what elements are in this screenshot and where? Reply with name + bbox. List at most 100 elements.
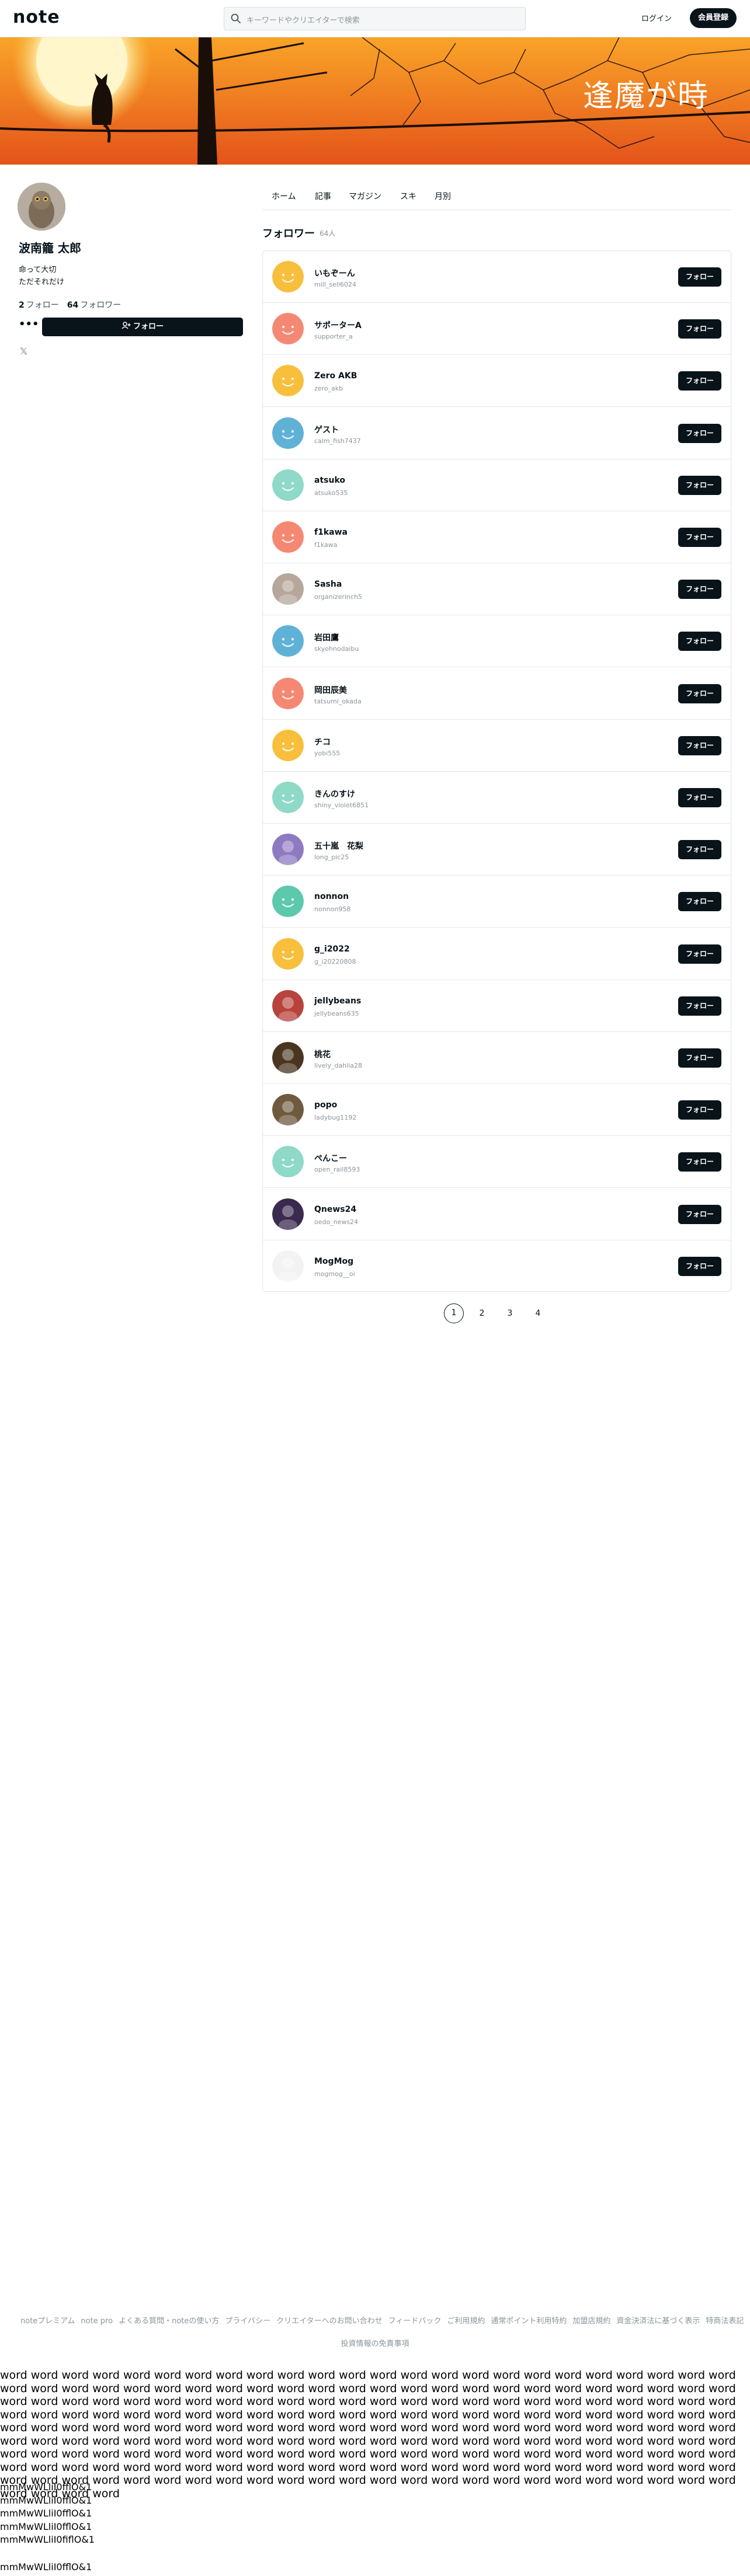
follower-name[interactable]: g_i2022 bbox=[314, 944, 350, 954]
follower-row[interactable]: jellybeans jellybeans635 フォロー bbox=[263, 980, 731, 1032]
footer-link[interactable]: フィードバック bbox=[388, 2317, 442, 2326]
follower-row[interactable]: ゲスト calm_fish7437 フォロー bbox=[263, 407, 731, 459]
profile-avatar[interactable] bbox=[18, 183, 65, 231]
follow-button[interactable]: フォロー bbox=[678, 528, 721, 547]
follower-avatar[interactable] bbox=[272, 365, 304, 396]
follower-row[interactable]: Zero AKB zero_akb フォロー bbox=[263, 355, 731, 407]
follow-button[interactable]: フォロー bbox=[678, 319, 721, 339]
follower-row[interactable]: ぺんこー open_rail8593 フォロー bbox=[263, 1136, 731, 1188]
follower-avatar[interactable] bbox=[272, 1042, 304, 1073]
follower-row[interactable]: 岩田鷹 skyohnodaibu フォロー bbox=[263, 615, 731, 667]
footer-link[interactable]: よくある質問・noteの使い方 bbox=[119, 2317, 219, 2326]
follower-name[interactable]: Qnews24 bbox=[314, 1205, 356, 1214]
follower-row[interactable]: チコ yobi555 フォロー bbox=[263, 720, 731, 772]
follower-row[interactable]: g_i2022 g_i20220808 フォロー bbox=[263, 928, 731, 980]
follower-name[interactable]: ゲスト bbox=[314, 424, 339, 435]
footer-disclaimer-link[interactable]: 投資情報の免責事項 bbox=[0, 2337, 750, 2348]
search-input[interactable]: キーワードやクリエイターで検索 bbox=[224, 7, 526, 30]
follower-name[interactable]: 岡田辰美 bbox=[314, 684, 347, 696]
tab-articles[interactable]: 記事 bbox=[315, 190, 331, 202]
follower-name[interactable]: MogMog bbox=[314, 1257, 353, 1266]
follow-button[interactable]: フォロー bbox=[678, 1100, 721, 1120]
follower-name[interactable]: popo bbox=[314, 1100, 337, 1110]
follow-button[interactable]: フォロー bbox=[678, 476, 721, 495]
page-4[interactable]: 4 bbox=[528, 1303, 548, 1323]
follower-name[interactable]: nonnon bbox=[314, 892, 349, 901]
signup-button[interactable]: 会員登録 bbox=[690, 8, 737, 28]
follower-avatar[interactable] bbox=[272, 886, 304, 917]
follower-name[interactable]: 五十嵐 花梨 bbox=[314, 840, 363, 852]
follower-row[interactable]: いもぞーん mill_sell6024 フォロー bbox=[263, 251, 731, 303]
footer-link[interactable]: noteプレミアム bbox=[20, 2317, 75, 2326]
follower-avatar[interactable] bbox=[272, 938, 304, 970]
follower-row[interactable]: f1kawa f1kawa フォロー bbox=[263, 511, 731, 563]
follower-row[interactable]: Qnews24 oedo_news24 フォロー bbox=[263, 1188, 731, 1240]
follower-avatar[interactable] bbox=[272, 625, 304, 657]
tab-likes[interactable]: スキ bbox=[400, 190, 416, 202]
follower-avatar[interactable] bbox=[272, 1146, 304, 1177]
follower-row[interactable]: 桃花 lively_dahlia28 フォロー bbox=[263, 1032, 731, 1084]
follower-row[interactable]: きんのすけ shiny_violet6851 フォロー bbox=[263, 772, 731, 824]
follower-name[interactable]: いもぞーん bbox=[314, 267, 355, 279]
follower-avatar[interactable] bbox=[272, 521, 304, 553]
follower-avatar[interactable] bbox=[272, 678, 304, 709]
follower-name[interactable]: Zero AKB bbox=[314, 371, 357, 381]
follow-button[interactable]: フォロー bbox=[678, 892, 721, 911]
follower-name[interactable]: jellybeans bbox=[314, 996, 361, 1006]
follower-avatar[interactable] bbox=[272, 1198, 304, 1230]
follower-name[interactable]: f1kawa bbox=[314, 528, 348, 537]
follower-avatar[interactable] bbox=[272, 417, 304, 449]
footer-link[interactable]: 加盟店規約 bbox=[572, 2317, 610, 2326]
follower-avatar[interactable] bbox=[272, 730, 304, 761]
more-options-button[interactable]: ••• bbox=[19, 318, 39, 335]
note-logo[interactable]: note bbox=[13, 7, 60, 27]
follow-button[interactable]: フォロー bbox=[678, 788, 721, 807]
follow-button[interactable]: フォロー bbox=[678, 424, 721, 443]
page-1[interactable]: 1 bbox=[444, 1303, 464, 1323]
page-2[interactable]: 2 bbox=[472, 1303, 492, 1323]
footer-link[interactable]: note pro bbox=[81, 2317, 113, 2326]
followers-link[interactable]: 64 フォロワー bbox=[67, 301, 121, 310]
follower-row[interactable]: 五十嵐 花梨 long_pic25 フォロー bbox=[263, 824, 731, 876]
footer-link[interactable]: 特商法表記 bbox=[706, 2317, 744, 2326]
follower-avatar[interactable] bbox=[272, 261, 304, 292]
follower-row[interactable]: nonnon nonnon958 フォロー bbox=[263, 876, 731, 928]
follower-row[interactable]: atsuko atsuko535 フォロー bbox=[263, 459, 731, 511]
follow-button[interactable]: フォロー bbox=[678, 1152, 721, 1172]
follow-button[interactable]: フォロー bbox=[678, 1048, 721, 1068]
follower-name[interactable]: 桃花 bbox=[314, 1048, 331, 1060]
follow-button[interactable]: フォロー bbox=[678, 580, 721, 599]
follow-button[interactable]: フォロー bbox=[678, 371, 721, 391]
follower-row[interactable]: 岡田辰美 tatsumi_okada フォロー bbox=[263, 668, 731, 720]
follow-button[interactable]: フォロー bbox=[678, 736, 721, 755]
follow-button[interactable]: フォロー bbox=[678, 996, 721, 1016]
follower-row[interactable]: Sasha organizerinch5 フォロー bbox=[263, 563, 731, 615]
follow-button[interactable]: フォロー bbox=[678, 944, 721, 964]
follow-button[interactable]: フォロー bbox=[678, 267, 721, 287]
follower-name[interactable]: ぺんこー bbox=[314, 1152, 347, 1164]
follower-avatar[interactable] bbox=[272, 313, 304, 344]
follower-name[interactable]: Sasha bbox=[314, 580, 342, 589]
login-link[interactable]: ログイン bbox=[641, 12, 672, 23]
profile-follow-button[interactable]: フォロー bbox=[42, 318, 243, 336]
following-link[interactable]: 2 フォロー bbox=[19, 301, 59, 310]
tab-monthly[interactable]: 月別 bbox=[435, 190, 451, 202]
follow-button[interactable]: フォロー bbox=[678, 1257, 721, 1276]
follower-row[interactable]: popo ladybug1192 フォロー bbox=[263, 1084, 731, 1136]
footer-link[interactable]: プライバシー bbox=[225, 2317, 270, 2326]
page-3[interactable]: 3 bbox=[500, 1303, 520, 1323]
follower-avatar[interactable] bbox=[272, 1250, 304, 1282]
footer-link[interactable]: クリエイターへのお問い合わせ bbox=[276, 2317, 382, 2326]
follower-avatar[interactable] bbox=[272, 573, 304, 605]
follower-avatar[interactable] bbox=[272, 782, 304, 813]
follower-name[interactable]: サポーターA bbox=[314, 319, 362, 331]
follower-avatar[interactable] bbox=[272, 834, 304, 865]
follower-avatar[interactable] bbox=[272, 990, 304, 1022]
follower-row[interactable]: MogMog mogmog__oi フォロー bbox=[263, 1240, 731, 1291]
follower-name[interactable]: きんのすけ bbox=[314, 788, 355, 800]
footer-link[interactable]: 資金決済法に基づく表示 bbox=[616, 2317, 700, 2326]
follower-avatar[interactable] bbox=[272, 469, 304, 501]
follow-button[interactable]: フォロー bbox=[678, 1205, 721, 1224]
follow-button[interactable]: フォロー bbox=[678, 684, 721, 703]
footer-link[interactable]: ご利用規約 bbox=[447, 2317, 485, 2326]
